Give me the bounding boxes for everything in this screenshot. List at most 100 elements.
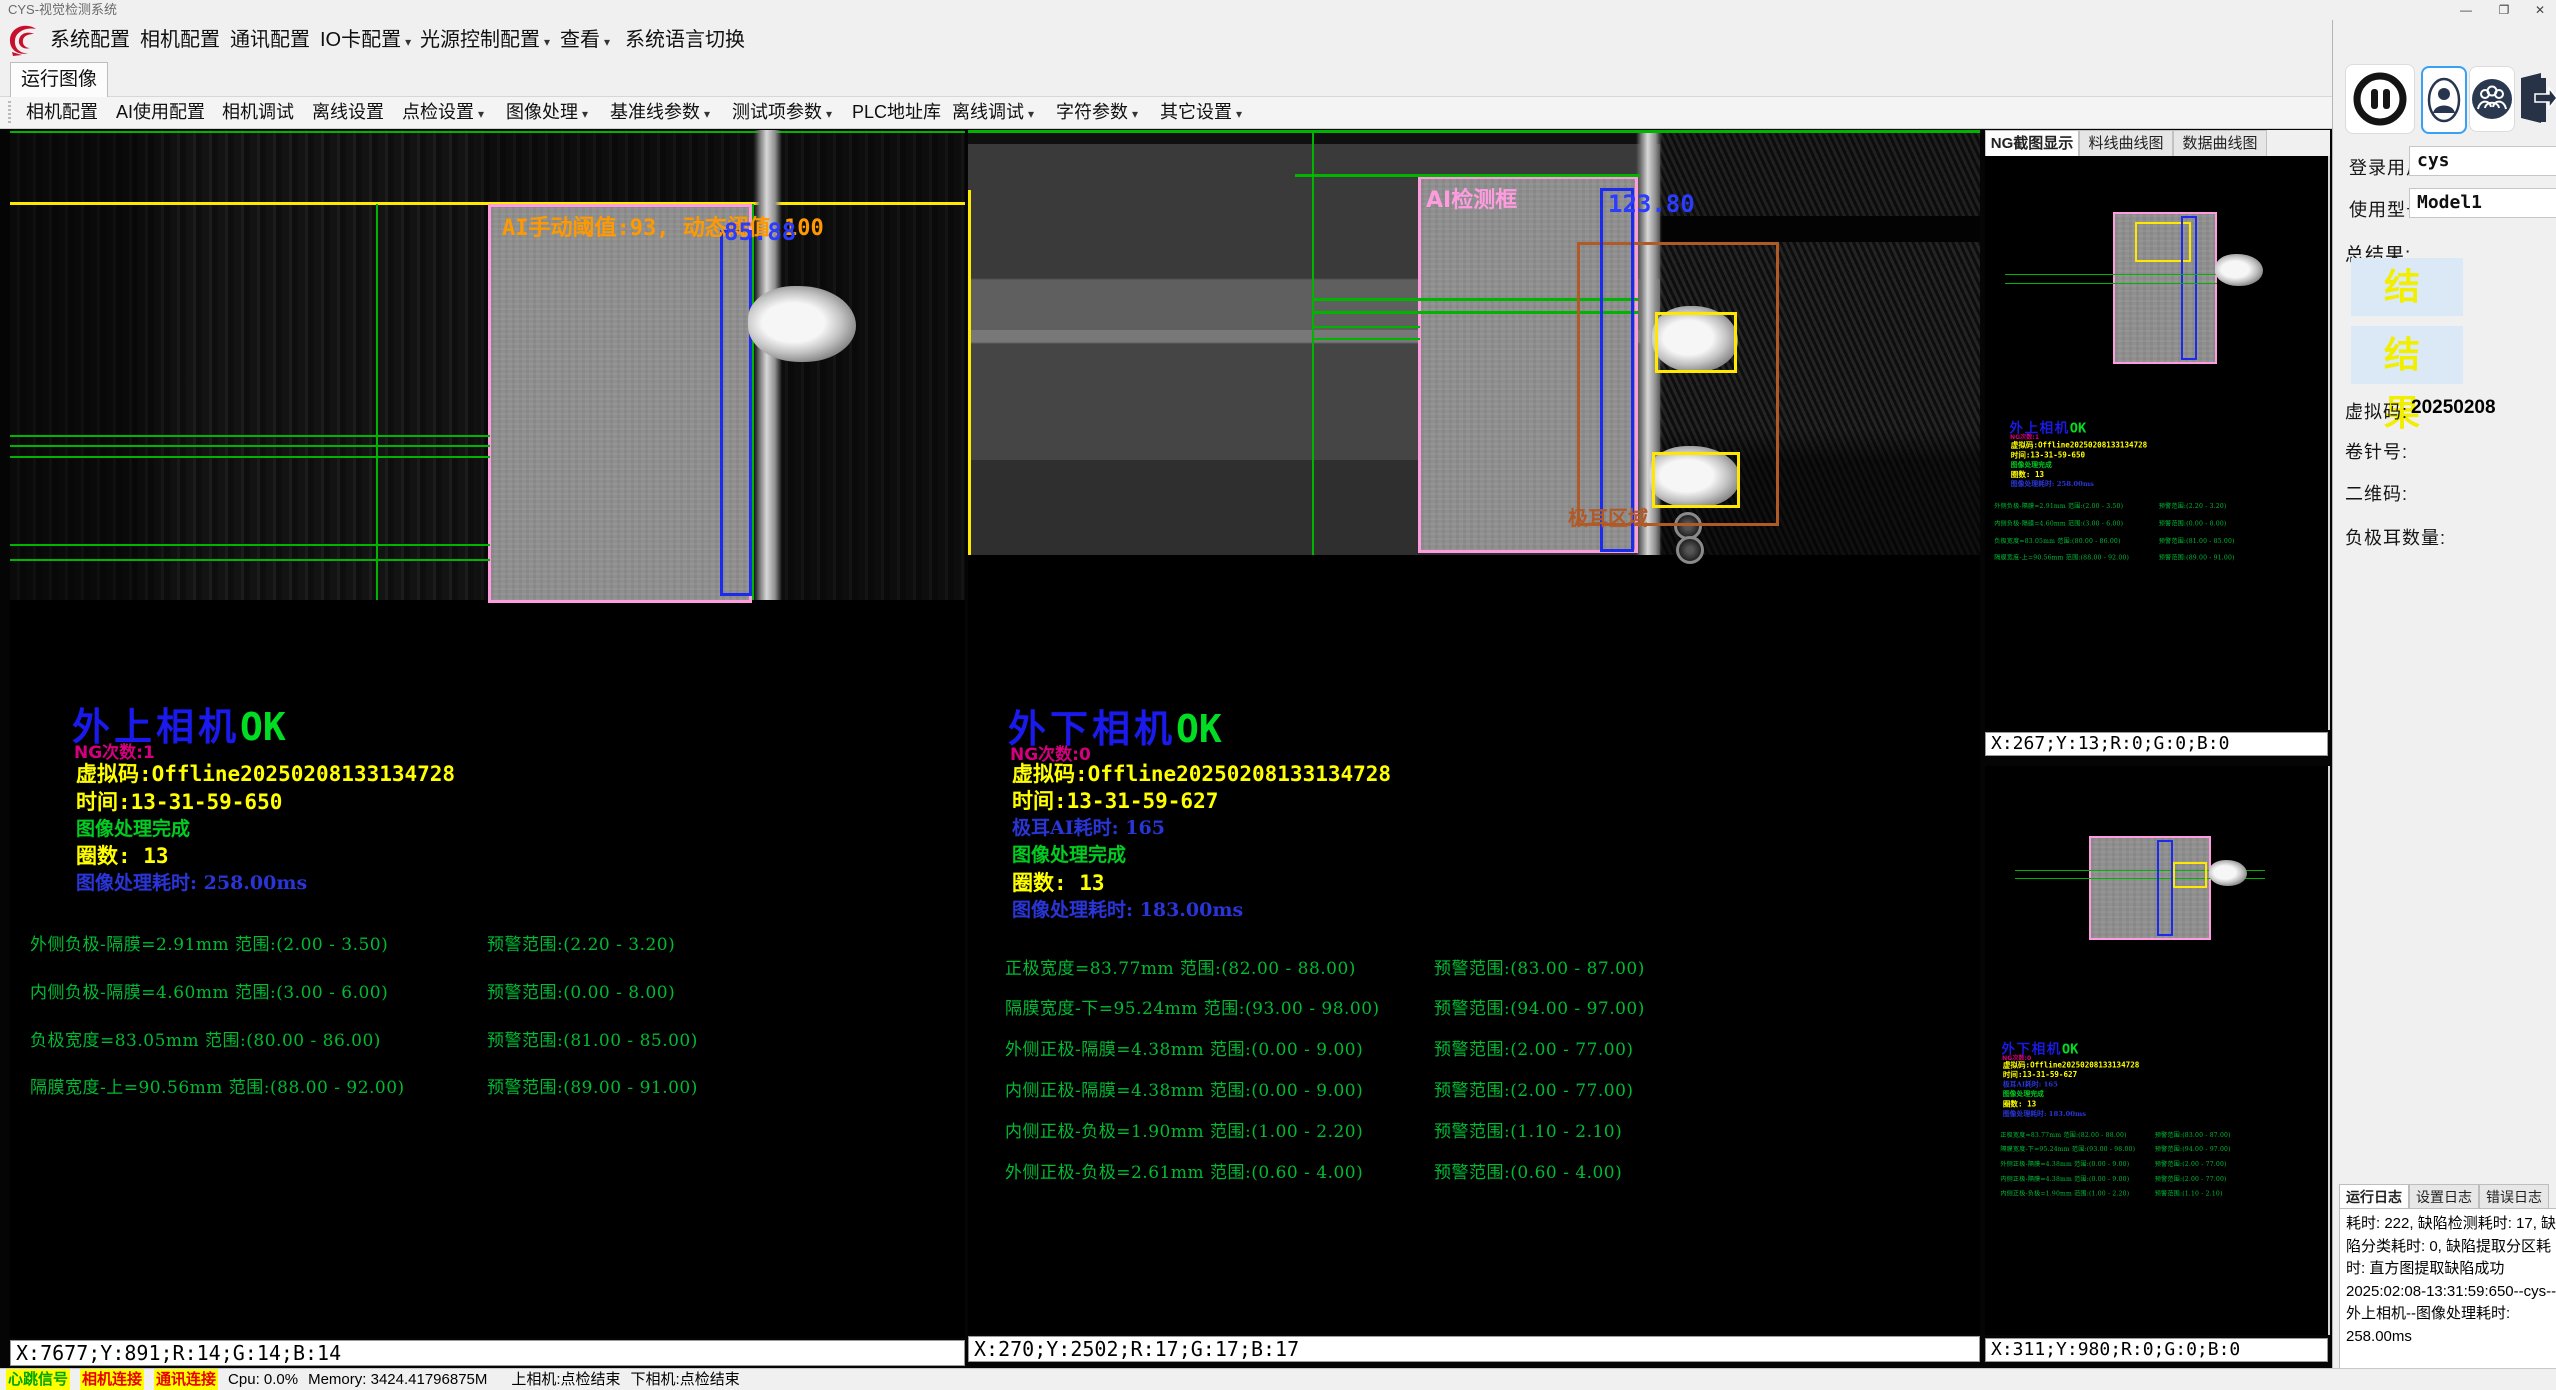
vcode-label: 虚拟码: (2345, 398, 2408, 424)
upper-camera-view[interactable]: AI手动阈值:93, 动态阈值:100 85.88 外上相机OK NG次数:1 … (10, 130, 965, 1338)
ng-preview-lower-coords: X:311;Y:980;R:0;G:0;B:0 (1985, 1338, 2328, 1362)
overlay-line (2005, 283, 2217, 284)
control-sidebar: 登录用户: cys 使用型号: Model1 总结果: 结 果 结 果 虚拟码:… (2332, 20, 2556, 1390)
ng-preview-lower[interactable]: 外下相机OK NG次数:0 虚拟码:Offline202502081331347… (1985, 766, 2330, 1335)
menu-camera-config[interactable]: 相机配置 (140, 20, 220, 60)
user-button[interactable] (2421, 66, 2467, 134)
chevron-down-icon: ▾ (1236, 107, 1242, 121)
log-panel: 运行日志 设置日志 错误日志 耗时: 222, 缺陷检测耗时: 17, 缺陷分类… (2339, 1184, 2553, 1384)
menu-io-card-config[interactable]: IO卡配置▾ (320, 20, 411, 60)
chevron-down-icon: ▾ (604, 35, 610, 49)
measurement-row: 内侧正极-负极=1.90mm 范围:(1.00 - 2.20)预警范围:(1.1… (1005, 1117, 1965, 1142)
measurement-row: 外侧正极-隔膜=4.38mm 范围:(0.00 - 9.00)预警范围:(2.0… (1005, 1035, 1965, 1060)
mini-measure-box (2157, 840, 2173, 936)
menu-light-control-config[interactable]: 光源控制配置▾ (420, 20, 550, 60)
minimize-icon[interactable]: — (2448, 0, 2484, 20)
measure-value: 123.80 (1608, 190, 1695, 218)
overlay-line (10, 445, 490, 447)
exit-button[interactable] (2519, 66, 2556, 130)
result-box-lower: 结 果 (2351, 326, 2463, 384)
vcode-value: 20250208 (2411, 397, 2496, 419)
separator-region (488, 204, 752, 603)
tab-setting-log[interactable]: 设置日志 (2409, 1184, 2479, 1209)
pause-button[interactable] (2345, 64, 2415, 134)
overlay-line (10, 435, 490, 437)
qrcode-label: 二维码: (2345, 480, 2408, 506)
screw-hole (1676, 536, 1704, 564)
tool-offline-debug[interactable]: 离线调试▾ (952, 97, 1034, 128)
toolbar-grip-icon (8, 101, 11, 123)
maximize-icon[interactable]: ❐ (2486, 0, 2522, 20)
model-field[interactable]: Model1 (2409, 188, 2556, 218)
lower-camera-status: 下相机:点检结束 (631, 1369, 740, 1390)
virtual-code: 虚拟码:Offline20250208133134728 (1012, 758, 1391, 788)
tab-run-log[interactable]: 运行日志 (2339, 1184, 2409, 1209)
lower-camera-coords: X:270;Y:2502;R:17;G:17;B:17 (968, 1336, 1980, 1362)
menu-view[interactable]: 查看▾ (560, 20, 610, 60)
turn-count: 圈数: 13 (76, 840, 169, 870)
overlay-line (10, 544, 490, 546)
log-text[interactable]: 耗时: 222, 缺陷检测耗时: 17, 缺陷分类耗时: 0, 缺陷提取分区耗时… (2339, 1208, 2556, 1390)
tool-camera-debug[interactable]: 相机调试 (222, 97, 294, 128)
menu-system-config[interactable]: 系统配置 (50, 20, 130, 60)
mini-detect-box (2173, 862, 2207, 888)
measurement-row: 隔膜宽度-下=95.24mm 范围:(93.00 - 98.00)预警范围:(9… (1005, 994, 1965, 1019)
result-box-upper: 结 果 (2351, 258, 2463, 316)
tab-data-curve[interactable]: 数据曲线图 (2173, 130, 2267, 156)
tool-offline-setting[interactable]: 离线设置 (312, 97, 384, 128)
tool-plc-address[interactable]: PLC地址库 (852, 97, 941, 128)
tool-char-params[interactable]: 字符参数▾ (1056, 97, 1138, 128)
exit-door-icon (2519, 66, 2556, 130)
overlay-line (10, 131, 965, 133)
upper-camera-status: 上相机:点检结束 (511, 1369, 620, 1390)
login-user-field[interactable]: cys (2409, 146, 2556, 176)
overlay-line (1312, 326, 1420, 328)
spool-label: 卷针号: (2345, 438, 2408, 464)
overlay-line (2005, 274, 2217, 275)
tool-spot-check[interactable]: 点检设置▾ (402, 97, 484, 128)
comm-conn-badge: 通讯连接 (154, 1369, 218, 1390)
app-logo-icon (6, 22, 42, 58)
tool-test-params[interactable]: 测试项参数▾ (732, 97, 832, 128)
overlay-line (10, 559, 490, 561)
ng-preview-upper[interactable]: 外上相机OK NG次数:1 虚拟码:Offline202502081331347… (1985, 156, 2330, 730)
tab-error-log[interactable]: 错误日志 (2479, 1184, 2549, 1209)
mini-measure-box (2181, 216, 2197, 360)
measurement-row: 正极宽度=83.77mm 范围:(82.00 - 88.00)预警范围:(83.… (1005, 954, 1965, 979)
tool-other-settings[interactable]: 其它设置▾ (1160, 97, 1242, 128)
measure-box (1600, 188, 1634, 552)
app-window: CYS-视觉检测系统 — ❐ ✕ 系统配置 相机配置 通讯配置 IO卡配置▾ 光… (0, 0, 2556, 1390)
tool-baseline-params[interactable]: 基准线参数▾ (610, 97, 710, 128)
tab-ng-screenshot[interactable]: NG截图显示 (1985, 130, 2079, 156)
tool-ai-use-config[interactable]: AI使用配置 (116, 97, 205, 128)
overlay-line (968, 130, 1980, 133)
capture-time: 时间:13-31-59-627 (1012, 785, 1218, 815)
electrode-tab (748, 286, 856, 362)
chevron-down-icon: ▾ (405, 35, 411, 49)
ai-detect-box (1652, 452, 1740, 508)
tab-run-image[interactable]: 运行图像 (10, 62, 108, 97)
tab-count-label: 负极耳数量: (2345, 524, 2446, 550)
ng-tab-bar: NG截图显示 料线曲线图 数据曲线图 (1985, 130, 2330, 156)
measurement-row: 外侧正极-负极=2.61mm 范围:(0.60 - 4.00)预警范围:(0.6… (1005, 1158, 1965, 1183)
image-highlight (754, 130, 782, 600)
lower-camera-view[interactable]: AI检测框 123.80 极耳区域 外下相机OK NG次数:0 虚拟码:Offl… (968, 130, 1980, 1334)
window-title: CYS-视觉检测系统 (8, 0, 117, 20)
mini-image (2089, 836, 2211, 940)
menu-comm-config[interactable]: 通讯配置 (230, 20, 310, 60)
chevron-down-icon: ▾ (1132, 107, 1138, 121)
menu-language-switch[interactable]: 系统语言切换 (625, 20, 745, 60)
heartbeat-badge: 心跳信号 (6, 1369, 70, 1390)
ai-elapsed: 极耳AI耗时: 165 (1012, 813, 1165, 840)
users-button[interactable] (2469, 66, 2515, 132)
overlay-line (10, 456, 490, 458)
tab-line-curve[interactable]: 料线曲线图 (2079, 130, 2173, 156)
memory-usage: Memory: 3424.41796875M (308, 1369, 487, 1390)
status-bar: 心跳信号 相机连接 通讯连接 Cpu: 0.0% Memory: 3424.41… (0, 1368, 2556, 1390)
chevron-down-icon: ▾ (704, 107, 710, 121)
close-icon[interactable]: ✕ (2522, 0, 2556, 20)
ai-detect-box (1655, 312, 1737, 373)
tool-image-process[interactable]: 图像处理▾ (506, 97, 588, 128)
camera-conn-badge: 相机连接 (80, 1369, 144, 1390)
tool-camera-config[interactable]: 相机配置 (26, 97, 98, 128)
